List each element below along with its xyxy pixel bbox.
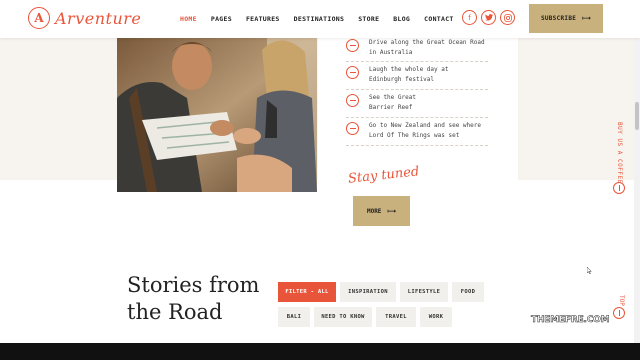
main-nav: HOME PAGES FEATURES DESTINATIONS STORE B… <box>180 15 468 23</box>
nav-item-destinations[interactable]: DESTINATIONS <box>294 15 345 23</box>
section-title-line2: the Road <box>127 300 223 324</box>
nav-item-blog[interactable]: BLOG <box>393 15 410 23</box>
buy-coffee-link[interactable]: BUY US A COFFEE <box>616 122 623 184</box>
nav-item-contact[interactable]: CONTACT <box>424 15 454 23</box>
scrollbar[interactable] <box>634 38 640 343</box>
filter-lifestyle[interactable]: LIFESTYLE <box>400 282 448 302</box>
filter-need-to-know[interactable]: NEED TO KNOW <box>314 307 372 327</box>
site-header: A Arventure HOME PAGES FEATURES DESTINAT… <box>0 0 640 38</box>
more-button[interactable]: MORE ⟼ <box>353 196 410 226</box>
bottom-bar <box>0 343 640 360</box>
nav-item-home[interactable]: HOME <box>180 15 197 23</box>
logo-text: Arventure <box>55 8 142 28</box>
filter-all[interactable]: FILTER - ALL <box>278 282 336 302</box>
back-to-top-label[interactable]: TOP <box>618 295 625 306</box>
list-item: Go to New Zealand and see where Lord Of … <box>346 118 488 146</box>
logo-mark: A <box>28 7 50 29</box>
nav-item-store[interactable]: STORE <box>358 15 379 23</box>
arrow-right-icon: ⟼ <box>582 15 592 22</box>
list-item-line2: in Australia <box>369 49 413 56</box>
couple-reading-map-photo <box>117 38 317 192</box>
list-item-line1: Laugh the whole day at <box>369 66 449 73</box>
arrow-circle-icon <box>346 122 359 135</box>
nav-item-pages[interactable]: PAGES <box>211 15 232 23</box>
filter-travel[interactable]: TRAVEL <box>376 307 416 327</box>
list-item-line2: Lord Of The Rings was set <box>369 132 460 139</box>
arrow-circle-icon <box>346 39 359 52</box>
subscribe-button[interactable]: SUBSCRIBE ⟼ <box>529 4 603 33</box>
list-item-line2: Edinburgh festival <box>369 76 435 83</box>
list-item-line1: Drive along the Great Ocean Road <box>369 39 485 46</box>
coffee-icon[interactable] <box>613 182 625 194</box>
list-item-line1: See the Great <box>369 94 416 101</box>
facebook-icon[interactable]: f <box>462 10 477 25</box>
section-title-line1: Stories from <box>127 273 260 297</box>
nav-item-features[interactable]: FEATURES <box>246 15 280 23</box>
more-label: MORE <box>366 207 382 215</box>
bucket-list: Drive along the Great Ocean Road in Aust… <box>346 38 488 146</box>
site-logo[interactable]: A Arventure <box>28 7 141 29</box>
social-links: f <box>462 10 515 25</box>
filter-food[interactable]: FOOD <box>452 282 484 302</box>
list-item-line1: Go to New Zealand and see where <box>369 122 481 129</box>
list-item: See the Great Barrier Reef <box>346 90 488 118</box>
list-item-line2: Barrier Reef <box>369 104 413 111</box>
arrow-up-icon[interactable] <box>613 307 625 319</box>
section-title: Stories from the Road <box>127 272 259 326</box>
watermark: THEMEFRE.COM <box>531 315 610 326</box>
mouse-cursor-icon <box>587 267 592 274</box>
twitter-icon[interactable] <box>481 10 496 25</box>
instagram-icon[interactable] <box>500 10 515 25</box>
filter-bali[interactable]: BALI <box>278 307 310 327</box>
list-item: Laugh the whole day at Edinburgh festiva… <box>346 62 488 90</box>
arrow-circle-icon <box>346 94 359 107</box>
subscribe-label: SUBSCRIBE <box>540 15 577 22</box>
filter-work[interactable]: WORK <box>420 307 452 327</box>
arrow-circle-icon <box>346 66 359 79</box>
arrow-right-icon: ⟼ <box>387 207 397 215</box>
scrollbar-thumb[interactable] <box>635 102 639 130</box>
list-item: Drive along the Great Ocean Road in Aust… <box>346 38 488 62</box>
filter-inspiration[interactable]: INSPIRATION <box>340 282 396 302</box>
